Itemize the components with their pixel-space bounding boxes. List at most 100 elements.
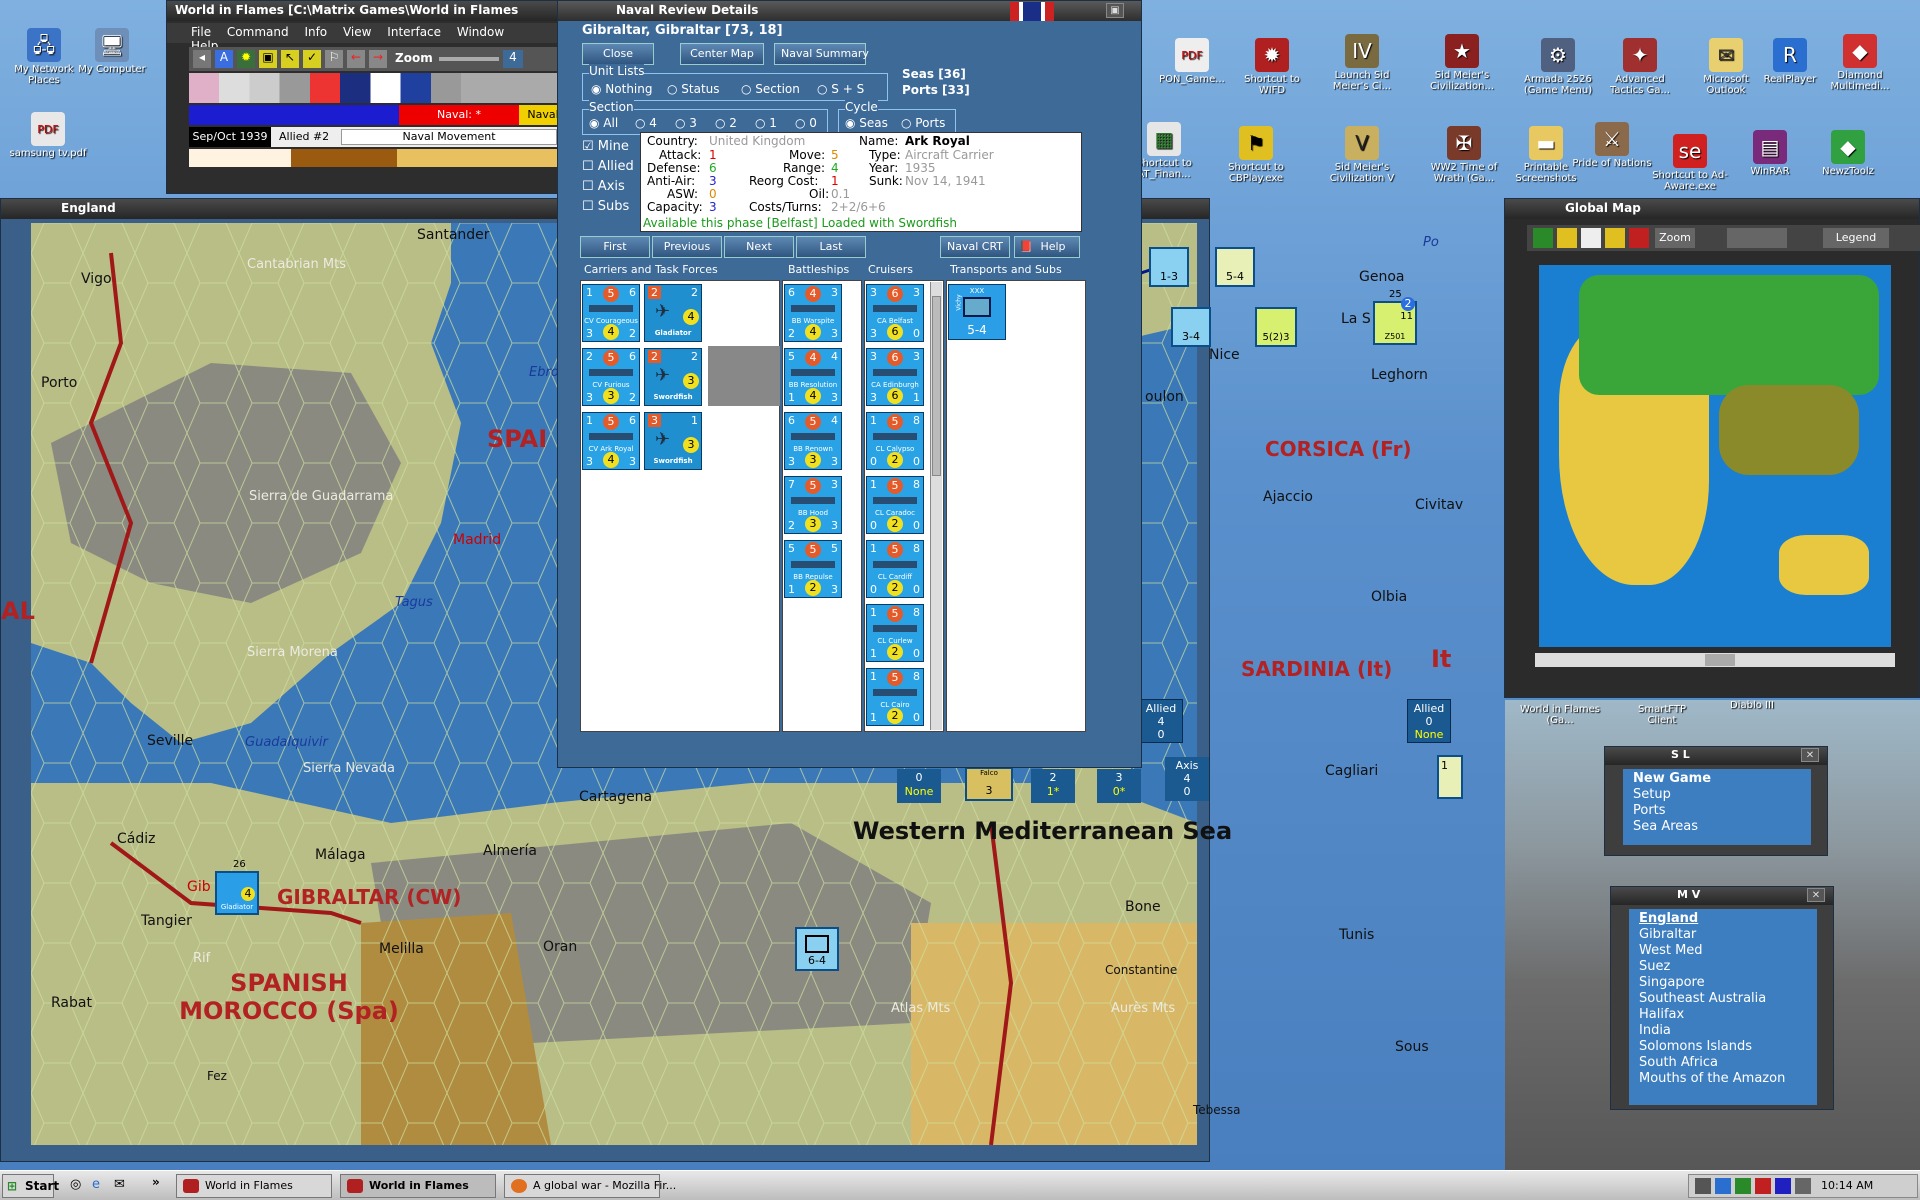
mv-item-south-africa[interactable]: South Africa xyxy=(1639,1055,1807,1071)
volume-icon[interactable] xyxy=(1795,1178,1811,1194)
desktop-icon-diamond[interactable]: ◆ Diamond Multimedi... xyxy=(1820,34,1900,92)
global-map-hscroll[interactable] xyxy=(1535,653,1895,667)
aircraft-counter[interactable]: 3 1 3 Swordfish ✈ xyxy=(644,412,702,470)
tool-cursor-icon[interactable]: ↖ xyxy=(281,50,299,68)
mv-item-halifax[interactable]: Halifax xyxy=(1639,1007,1807,1023)
mv-item-west-med[interactable]: West Med xyxy=(1639,943,1807,959)
desktop-icon-diablo[interactable]: Diablo III xyxy=(1712,700,1792,711)
french-unit-counter-1[interactable]: 1-3 xyxy=(1149,247,1189,287)
desktop-icon-wif[interactable]: World in Flames (Ga... xyxy=(1520,704,1600,726)
italian-aircraft-counter[interactable]: Falco 3 xyxy=(965,767,1013,801)
radio-cycle-ports[interactable]: ○ Ports xyxy=(901,116,945,130)
tray-icon-1[interactable] xyxy=(1695,1178,1711,1194)
sl-close-icon[interactable]: ✕ xyxy=(1801,748,1819,762)
desktop-icon-pon2[interactable]: ⚔ Pride of Nations xyxy=(1572,122,1652,169)
transports-column[interactable] xyxy=(946,280,1086,732)
global-zoom-button[interactable]: Zoom xyxy=(1655,228,1695,248)
tool-check-icon[interactable]: ✓ xyxy=(303,50,321,68)
close-button[interactable]: Close xyxy=(582,43,654,65)
cruiser-counter[interactable]: 1 5 8 0 2 0 CL Caradoc xyxy=(866,476,924,534)
tray-icon-5[interactable] xyxy=(1775,1178,1791,1194)
global-minimap[interactable] xyxy=(1539,265,1891,647)
radio-status[interactable]: ○ Status xyxy=(667,82,720,96)
menu-file[interactable]: File xyxy=(191,25,211,39)
gear-icon[interactable] xyxy=(1557,228,1577,248)
mv-item-india[interactable]: India xyxy=(1639,1023,1807,1039)
radio-section-4[interactable]: ○ 4 xyxy=(635,116,657,130)
radio-section-2[interactable]: ○ 2 xyxy=(715,116,737,130)
desktop-icon-computer[interactable]: 🖥 My Computer xyxy=(72,28,152,75)
first-button[interactable]: First xyxy=(580,236,650,258)
italian-unit-counter-1[interactable]: 5-4 xyxy=(1215,247,1255,287)
radio-section-all[interactable]: ◉ All xyxy=(589,116,618,130)
italian-unit-counter-2[interactable]: 5(2)3 xyxy=(1255,307,1297,347)
desktop-icon-ww2[interactable]: ✠ WW2 Time of Wrath (Ga... xyxy=(1424,126,1504,184)
tool-grid-icon[interactable]: ▣ xyxy=(259,50,277,68)
mv-item-singapore[interactable]: Singapore xyxy=(1639,975,1807,991)
tray-icon-3[interactable] xyxy=(1735,1178,1751,1194)
sl-item-setup[interactable]: Setup xyxy=(1633,787,1801,803)
cruiser-counter[interactable]: 1 5 8 0 2 0 CL Calypso xyxy=(866,412,924,470)
vichy-corps-counter[interactable]: XXX Vichy 5-4 xyxy=(948,284,1006,340)
sea-box-allied-east[interactable]: Allied 0 None xyxy=(1407,699,1451,743)
sea-box-3[interactable]: 3 0* xyxy=(1097,769,1141,803)
desktop-icon-civ5[interactable]: V Sid Meier's Civilization V xyxy=(1322,126,1402,184)
naval-summary-button[interactable]: Naval Summary xyxy=(774,43,869,65)
desktop-icon-civrev[interactable]: ★ Sid Meier's Civilization... xyxy=(1422,34,1502,92)
tool-move-icon[interactable]: ◂ xyxy=(193,50,211,68)
back-arrow-icon[interactable]: ← xyxy=(347,50,365,68)
radio-cycle-seas[interactable]: ◉ Seas xyxy=(845,116,888,130)
battleship-counter[interactable]: 7 5 3 2 3 3 BB Hood xyxy=(784,476,842,534)
tool-text-icon[interactable]: A xyxy=(215,50,233,68)
italian-air-counter[interactable]: 25 11 Z501 2 xyxy=(1373,289,1417,345)
mail-icon[interactable]: ✉ xyxy=(114,1177,125,1192)
desktop-icon-civ[interactable]: IV Launch Sid Meier's Ci... xyxy=(1322,34,1402,92)
mv-item-amazon[interactable]: Mouths of the Amazon xyxy=(1639,1071,1807,1087)
desktop-icon-pdf[interactable]: PDF samsung tv.pdf xyxy=(8,112,88,159)
cruiser-counter[interactable]: 1 5 8 1 2 0 CL Curlew xyxy=(866,604,924,662)
desktop-icon-at[interactable]: ✦ Advanced Tactics Ga... xyxy=(1600,38,1680,96)
tool-gear-icon[interactable]: ✹ xyxy=(237,50,255,68)
sl-item-ports[interactable]: Ports xyxy=(1633,803,1801,819)
desktop-icon-adaware[interactable]: se Shortcut to Ad-Aware.exe xyxy=(1650,134,1730,192)
radio-nothing[interactable]: ◉ Nothing xyxy=(591,82,652,96)
sl-item-sea-areas[interactable]: Sea Areas xyxy=(1633,819,1801,835)
desktop-icon-realplayer[interactable]: R RealPlayer xyxy=(1750,38,1830,85)
sea-box-2[interactable]: 2 1* xyxy=(1031,769,1075,803)
mv-item-se-australia[interactable]: Southeast Australia xyxy=(1639,991,1807,1007)
battleship-counter[interactable]: 6 5 4 3 3 3 BB Renown xyxy=(784,412,842,470)
quick-launch-more-icon[interactable]: » xyxy=(152,1175,160,1189)
menu-info[interactable]: Info xyxy=(304,25,327,39)
battleship-counter[interactable]: 6 4 3 2 4 3 BB Warspite xyxy=(784,284,842,342)
globe-icon[interactable] xyxy=(1533,228,1553,248)
desktop-icon-newztoolz[interactable]: ◆ NewzToolz xyxy=(1808,130,1888,177)
quick-launch-icon[interactable]: ◎ xyxy=(70,1177,81,1192)
mv-item-gibraltar[interactable]: Gibraltar xyxy=(1639,927,1807,943)
mv-item-solomons[interactable]: Solomons Islands xyxy=(1639,1039,1807,1055)
french-unit-counter-2[interactable]: 3-4 xyxy=(1171,307,1211,347)
checkbox-allied[interactable]: ☐ Allied xyxy=(582,157,634,177)
menu-interface[interactable]: Interface xyxy=(387,25,441,39)
ship-icon[interactable] xyxy=(1727,228,1787,248)
flag-icon[interactable] xyxy=(1581,228,1601,248)
cruiser-counter[interactable]: 1 5 8 1 2 0 CL Cairo xyxy=(866,668,924,726)
mv-item-suez[interactable]: Suez xyxy=(1639,959,1807,975)
scroll-thumb[interactable] xyxy=(932,296,941,476)
aircraft-counter[interactable]: 2 2 4 Gladiator ✈ xyxy=(644,284,702,342)
legend-button[interactable]: Legend xyxy=(1823,228,1889,248)
menu-view[interactable]: View xyxy=(343,25,371,39)
tray-icon-4[interactable] xyxy=(1755,1178,1771,1194)
taskbar-item-wif-1[interactable]: World in Flames xyxy=(176,1174,332,1198)
forward-arrow-icon[interactable]: → xyxy=(369,50,387,68)
desktop-icon-armada[interactable]: ⚙ Armada 2526 (Game Menu) xyxy=(1518,38,1598,96)
close-window-icon[interactable]: ▣ xyxy=(1106,3,1124,18)
italian-unit-counter-3[interactable]: 1 xyxy=(1437,755,1463,799)
checkbox-mine[interactable]: ☑ Mine xyxy=(582,137,634,157)
last-button[interactable]: Last xyxy=(796,236,866,258)
browser-icon[interactable]: e xyxy=(92,1177,100,1192)
help-button[interactable]: 📕 Help xyxy=(1014,236,1080,258)
naval-crt-button[interactable]: Naval CRT xyxy=(940,236,1010,258)
vichy-fleet-counter[interactable]: 6-4 xyxy=(795,927,839,971)
radio-section-3[interactable]: ○ 3 xyxy=(675,116,697,130)
menu-command[interactable]: Command xyxy=(227,25,289,39)
